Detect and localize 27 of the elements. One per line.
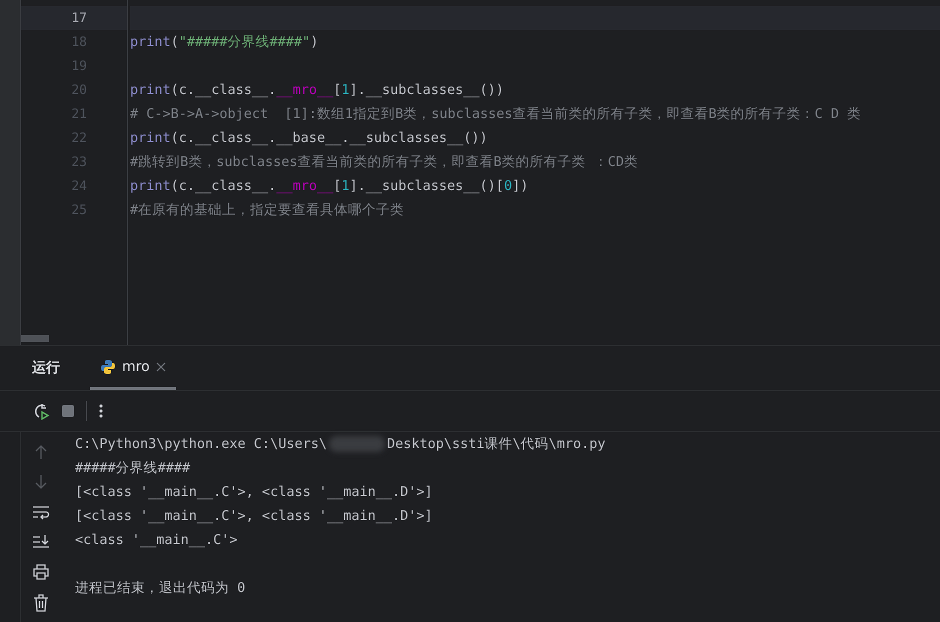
code-line: print(c.__class__.__mro__[1].__subclasses__()[0]): [130, 178, 528, 194]
console-output: [<class '__main__.C'>, <class '__main__.D'>]: [75, 508, 433, 524]
panel-title: 运行: [32, 359, 60, 377]
code-line: # C->B->A->object [1]:数组1指定到B类，subclasses查看当前类的所有子类，即查看B类的所有子类：C D 类: [130, 105, 862, 123]
trash-icon[interactable]: [33, 594, 49, 612]
print-icon[interactable]: [32, 564, 50, 580]
console-output: [<class '__main__.C'>, <class '__main__.D'>]: [75, 484, 433, 500]
code-line: print(c.__class__.__base__.__subclasses__()): [130, 130, 488, 146]
redaction-blur: [328, 436, 385, 452]
console-output: #####分界线####: [75, 459, 190, 477]
code-line: print(c.__class__.__mro__[1].__subclasses__()): [130, 82, 504, 98]
console-output: <class '__main__.C'>: [75, 532, 238, 548]
code-line: #在原有的基础上，指定要查看具体哪个子类: [130, 201, 404, 219]
run-tab[interactable]: mro: [90, 346, 176, 390]
console-output: C:\Python3\python.exe C:\Users\: [75, 436, 327, 452]
code-line: print("#####分界线####"): [130, 33, 318, 51]
code-line: #跳转到B类，subclasses查看当前类的所有子类，即查看B类的所有子类 ：CD类: [130, 153, 638, 171]
line-number: 17: [71, 10, 87, 26]
python-icon: [100, 358, 116, 374]
console-output: 进程已结束，退出代码为 0: [75, 579, 246, 597]
more-icon[interactable]: [99, 403, 103, 419]
rerun-icon[interactable]: [32, 402, 50, 420]
close-icon[interactable]: [156, 362, 166, 372]
soft-wrap-icon[interactable]: [32, 504, 50, 520]
scroll-to-end-icon[interactable]: [32, 534, 50, 550]
console-output: Desktop\ssti课件\代码\mro.py: [386, 435, 606, 453]
scrollbar-thumb[interactable]: [21, 335, 49, 342]
